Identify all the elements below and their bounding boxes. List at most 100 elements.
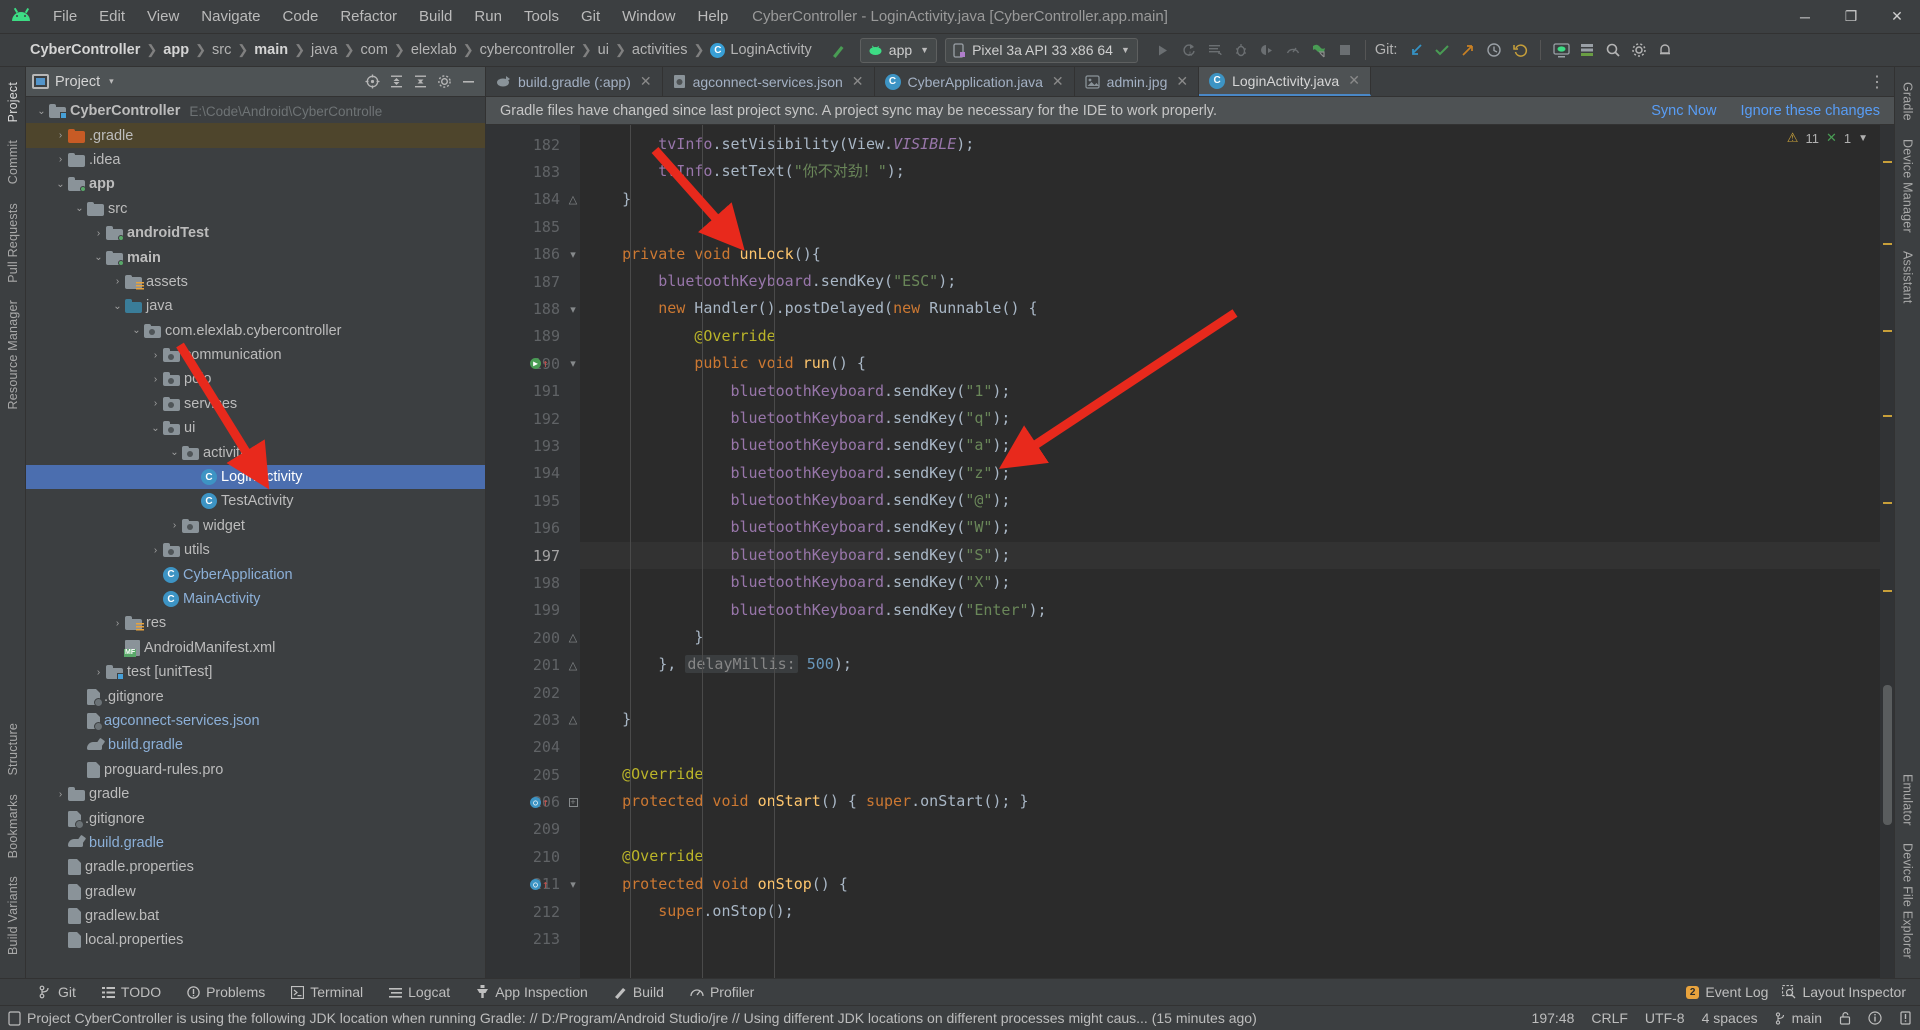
stop-icon[interactable] [1332, 37, 1358, 63]
line-number[interactable]: 212 [486, 898, 566, 925]
fold-marker[interactable] [566, 460, 580, 487]
tree-item-proguard-rules-pro[interactable]: › proguard-rules.pro [26, 758, 485, 782]
tree-expand-arrow[interactable]: › [72, 715, 87, 726]
code-line[interactable]: tvInfo.setVisibility(View.VISIBLE); [580, 131, 1880, 158]
close-icon[interactable]: ✕ [1052, 73, 1064, 90]
sidebar-item-gradle[interactable]: Gradle [1901, 73, 1915, 130]
caret-position[interactable]: 197:48 [1532, 1010, 1575, 1026]
maximize-button[interactable]: ❐ [1828, 0, 1874, 34]
ignore-changes-link[interactable]: Ignore these changes [1741, 103, 1880, 119]
tree-expand-arrow[interactable]: › [186, 472, 201, 483]
run-icon[interactable] [1150, 37, 1176, 63]
breadcrumb-elexlab[interactable]: elexlab [407, 40, 461, 60]
tree-expand-arrow[interactable]: ⌄ [148, 423, 163, 434]
tree-item-loginactivity[interactable]: ›CLoginActivity [26, 464, 485, 490]
code-line[interactable]: private void unLock(){ [580, 241, 1880, 268]
breadcrumb-com[interactable]: com [357, 40, 392, 60]
sidebar-item-pull-requests[interactable]: Pull Requests [6, 194, 20, 292]
run-gutter-icon[interactable]: ▶ ↑ [530, 358, 549, 370]
more-options-icon[interactable]: ⋮ [1869, 72, 1886, 92]
breadcrumb-ui[interactable]: ui [594, 40, 613, 60]
line-number[interactable]: 203 [486, 706, 566, 733]
fold-marker[interactable] [566, 761, 580, 788]
bottom-tab-todo[interactable]: TODO [89, 979, 174, 1005]
tree-expand-arrow[interactable]: › [53, 911, 68, 922]
module-selector[interactable]: app ▼ [859, 37, 938, 63]
bottom-tab-logcat[interactable]: Logcat [376, 979, 463, 1005]
gradle-sync-icon[interactable] [1306, 37, 1332, 63]
bottom-tab-problems[interactable]: Problems [174, 979, 278, 1005]
tree-item-ui[interactable]: ⌄ ui [26, 416, 485, 440]
fold-marker[interactable]: ▾ [566, 350, 580, 377]
fold-marker[interactable] [566, 679, 580, 706]
close-icon[interactable]: ✕ [852, 73, 864, 90]
fold-collapse-icon[interactable]: ▾ [570, 303, 576, 316]
tree-expand-arrow[interactable]: › [72, 691, 87, 702]
tree-item-build-gradle[interactable]: › build.gradle [26, 733, 485, 757]
code-line[interactable] [580, 734, 1880, 761]
sidebar-item-resource-manager[interactable]: Resource Manager [6, 291, 20, 419]
fold-marker[interactable]: ▾ [566, 871, 580, 898]
fold-marker[interactable] [566, 405, 580, 432]
line-number[interactable]: 191 [486, 378, 566, 405]
tab-loginactivity[interactable]: C LoginActivity.java ✕ [1199, 67, 1371, 96]
tree-expand-arrow[interactable]: ⌄ [91, 252, 106, 263]
minimize-button[interactable]: ─ [1782, 0, 1828, 34]
code-line[interactable] [580, 925, 1880, 952]
inspection-widget[interactable]: ⚠ 11 ✕ 1 ▼ [1787, 130, 1868, 146]
tree-expand-arrow[interactable]: › [148, 374, 163, 385]
editor-marker-scrollbar[interactable] [1880, 125, 1894, 978]
fold-marker[interactable]: △ [566, 651, 580, 678]
code-line[interactable]: }, delayMillis: 500); [580, 651, 1880, 678]
sync-now-link[interactable]: Sync Now [1651, 103, 1716, 119]
line-number[interactable]: 204 [486, 734, 566, 761]
line-number[interactable]: 183 [486, 158, 566, 185]
fold-collapse-icon[interactable]: ▾ [570, 878, 576, 891]
fold-marker[interactable] [566, 487, 580, 514]
sidebar-item-project[interactable]: Project [6, 73, 20, 131]
code-line[interactable]: bluetoothKeyboard.sendKey("q"); [580, 405, 1880, 432]
line-number[interactable]: 188 [486, 295, 566, 322]
fold-end-icon[interactable]: △ [569, 631, 577, 644]
code-line[interactable]: } [580, 624, 1880, 651]
fold-marker[interactable] [566, 514, 580, 541]
tree-expand-arrow[interactable]: ⌄ [129, 325, 144, 336]
code-line[interactable]: tvInfo.setText("你不对劲！"); [580, 158, 1880, 185]
tree-item-pojo[interactable]: › pojo [26, 367, 485, 391]
code-line[interactable]: @Override [580, 323, 1880, 350]
expand-all-icon[interactable] [385, 71, 407, 93]
rerun-icon[interactable]: A [1176, 37, 1202, 63]
tree-expand-arrow[interactable]: › [53, 789, 68, 800]
menu-edit[interactable]: Edit [88, 4, 136, 29]
menu-build[interactable]: Build [408, 4, 463, 29]
menu-tools[interactable]: Tools [513, 4, 570, 29]
lock-icon[interactable] [1839, 1011, 1851, 1025]
tree-expand-arrow[interactable]: › [53, 837, 68, 848]
fold-marker[interactable]: △ [566, 624, 580, 651]
fold-marker[interactable] [566, 158, 580, 185]
code-line[interactable]: bluetoothKeyboard.sendKey("@"); [580, 487, 1880, 514]
sidebar-item-device-file-explorer[interactable]: Device File Explorer [1901, 834, 1915, 968]
commit-icon[interactable] [1429, 37, 1455, 63]
code-line[interactable]: bluetoothKeyboard.sendKey("ESC"); [580, 268, 1880, 295]
fold-marker[interactable]: + [566, 788, 580, 815]
fold-marker[interactable] [566, 898, 580, 925]
apply-changes-icon[interactable] [1202, 37, 1228, 63]
bottom-tab-profiler[interactable]: Profiler [677, 979, 767, 1005]
line-number[interactable]: 185 [486, 213, 566, 240]
bottom-tab-git[interactable]: Git [26, 979, 89, 1005]
tree-expand-arrow[interactable]: ⌄ [53, 179, 68, 190]
code-line[interactable]: bluetoothKeyboard.sendKey("1"); [580, 378, 1880, 405]
tree-expand-arrow[interactable]: › [110, 276, 125, 287]
status-message[interactable]: Project CyberController is using the fol… [27, 1010, 1257, 1026]
tree-expand-arrow[interactable]: › [148, 545, 163, 556]
line-number[interactable]: 196 [486, 514, 566, 541]
breadcrumb-app[interactable]: app [159, 40, 193, 60]
fold-end-icon[interactable]: △ [569, 659, 577, 672]
info-icon[interactable] [1868, 1011, 1882, 1025]
line-number[interactable]: 200 [486, 624, 566, 651]
sidebar-item-commit[interactable]: Commit [6, 131, 20, 193]
device-selector[interactable]: Pixel 3a API 33 x86 64 ▼ [945, 37, 1138, 63]
code-line[interactable]: protected void onStop() { [580, 871, 1880, 898]
tree-item-activities[interactable]: ⌄ activities [26, 440, 485, 464]
